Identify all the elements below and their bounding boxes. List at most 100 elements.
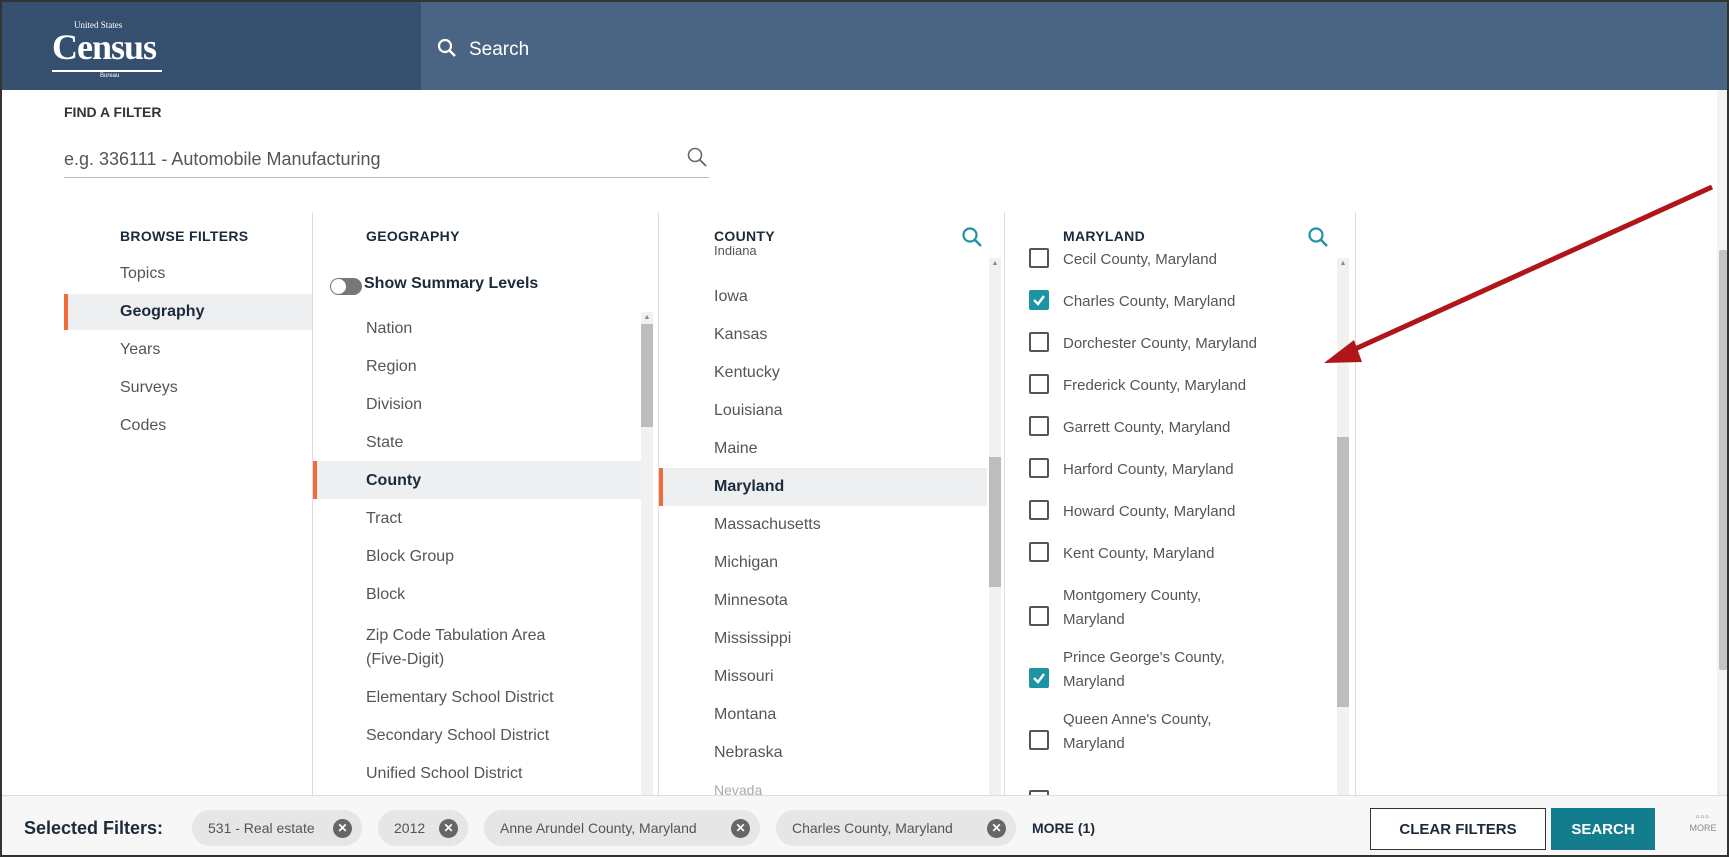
county-checkbox-label-line1: Charles County, Maryland — [1063, 293, 1236, 310]
geography-scroll-thumb[interactable] — [641, 324, 653, 427]
county-checkbox-label[interactable]: Prince George's County, Maryland — [1063, 646, 1225, 694]
county-title: COUNTY — [714, 228, 775, 244]
county-checkbox-label[interactable]: Garrett County, Maryland — [1063, 416, 1230, 440]
maryland-scroll-thumb[interactable] — [1337, 437, 1349, 707]
remove-chip-icon[interactable]: ✕ — [333, 819, 352, 838]
county-item-partial-top[interactable]: Indiana — [714, 246, 757, 258]
geography-item-state[interactable]: State — [366, 434, 403, 452]
browse-item-surveys[interactable]: Surveys — [120, 379, 178, 397]
geography-item-zcta-line2: (Five-Digit) — [366, 651, 445, 668]
county-checkbox[interactable] — [1029, 416, 1049, 436]
county-checkbox[interactable] — [1029, 606, 1049, 626]
more-filters-link[interactable]: MORE (1) — [1032, 820, 1095, 836]
county-checkbox-label-line1: Montgomery County, — [1063, 587, 1202, 604]
county-search-icon[interactable] — [961, 226, 983, 248]
browse-item-topics[interactable]: Topics — [120, 265, 165, 283]
geography-item-block[interactable]: Block — [366, 586, 405, 604]
geography-item-county[interactable]: County — [366, 472, 421, 490]
header-search-label: Search — [469, 39, 530, 60]
county-checkbox-label[interactable]: Frederick County, Maryland — [1063, 374, 1246, 398]
county-checkbox[interactable] — [1029, 542, 1049, 562]
county-item-kentucky[interactable]: Kentucky — [714, 364, 780, 382]
county-checkbox[interactable] — [1029, 730, 1049, 750]
checkmark-icon — [1033, 295, 1045, 306]
county-checkbox[interactable] — [1029, 374, 1049, 394]
browse-filters-column: BROWSE FILTERS Topics Geography Years Su… — [64, 212, 312, 795]
county-scroll-up-arrow[interactable]: ▲ — [989, 258, 1001, 270]
county-item-montana[interactable]: Montana — [714, 706, 776, 724]
county-item-michigan[interactable]: Michigan — [714, 554, 778, 572]
county-checkbox[interactable] — [1029, 248, 1049, 268]
county-checkbox-label-line1: Garrett County, Maryland — [1063, 419, 1231, 436]
find-filter-input[interactable] — [64, 142, 709, 178]
browse-item-codes[interactable]: Codes — [120, 417, 166, 435]
county-checkbox-label[interactable]: Harford County, Maryland — [1063, 458, 1234, 482]
county-item-kansas[interactable]: Kansas — [714, 326, 767, 344]
county-scroll-thumb[interactable] — [989, 457, 1001, 587]
county-checkbox-label-line1: Dorchester County, Maryland — [1063, 335, 1257, 352]
county-checkbox-label[interactable]: Dorchester County, Maryland — [1063, 332, 1257, 356]
show-summary-levels-toggle[interactable] — [330, 278, 362, 295]
county-checkbox-label[interactable]: Howard County, Maryland — [1063, 500, 1235, 524]
county-checkbox-label[interactable]: Charles County, Maryland — [1063, 290, 1235, 314]
search-icon[interactable] — [686, 146, 708, 168]
geography-item-region[interactable]: Region — [366, 358, 417, 376]
county-item-nebraska[interactable]: Nebraska — [714, 744, 782, 762]
find-filter-label: FIND A FILTER — [64, 104, 162, 120]
county-item-iowa[interactable]: Iowa — [714, 288, 748, 306]
county-item-louisiana[interactable]: Louisiana — [714, 402, 783, 420]
county-checkbox-label[interactable]: Kent County, Maryland — [1063, 542, 1214, 566]
filter-chip[interactable]: 531 - Real estate ✕ — [192, 810, 362, 846]
geography-item-tract[interactable]: Tract — [366, 510, 402, 528]
county-checkbox-label[interactable]: Cecil County, Maryland — [1063, 248, 1217, 272]
county-item-missouri[interactable]: Missouri — [714, 668, 774, 686]
logo-underline — [52, 70, 162, 72]
county-item-maine[interactable]: Maine — [714, 440, 758, 458]
county-checkbox-label[interactable]: Montgomery County, Maryland — [1063, 584, 1201, 632]
filter-chip[interactable]: Charles County, Maryland ✕ — [776, 810, 1016, 846]
geography-item-zcta[interactable]: Zip Code Tabulation Area (Five-Digit) — [366, 624, 545, 672]
remove-chip-icon[interactable]: ✕ — [987, 819, 1006, 838]
geography-item-unified-school-district[interactable]: Unified School District — [366, 765, 523, 783]
county-selected-indicator — [659, 468, 663, 506]
toggle-knob — [331, 279, 346, 294]
browse-item-geography[interactable]: Geography — [120, 303, 204, 321]
search-button[interactable]: SEARCH — [1551, 808, 1655, 850]
checkmark-icon — [1033, 673, 1045, 684]
header-search-tab[interactable]: Search — [421, 2, 1727, 90]
county-item-massachusetts[interactable]: Massachusetts — [714, 516, 821, 534]
county-checkbox-label-line2: Maryland — [1063, 611, 1125, 628]
remove-chip-icon[interactable]: ✕ — [439, 819, 458, 838]
county-item-maryland[interactable]: Maryland — [714, 478, 784, 496]
geography-item-block-group[interactable]: Block Group — [366, 548, 454, 566]
geography-item-nation[interactable]: Nation — [366, 320, 412, 338]
geography-item-division[interactable]: Division — [366, 396, 422, 414]
geography-item-elementary-school-district[interactable]: Elementary School District — [366, 689, 554, 707]
census-logo[interactable]: United States Census Bureau — [52, 20, 162, 79]
county-checkbox[interactable] — [1029, 332, 1049, 352]
page-scroll-thumb[interactable] — [1719, 250, 1727, 670]
selected-filters-label: Selected Filters: — [24, 818, 164, 838]
county-checkbox[interactable] — [1029, 458, 1049, 478]
clear-filters-button[interactable]: CLEAR FILTERS — [1370, 808, 1546, 850]
county-checkbox[interactable] — [1029, 500, 1049, 520]
county-item-mississippi[interactable]: Mississippi — [714, 630, 791, 648]
county-checkbox[interactable] — [1029, 668, 1049, 688]
county-item-minnesota[interactable]: Minnesota — [714, 592, 788, 610]
county-checkbox-label-line1: Queen Anne's County, — [1063, 711, 1212, 728]
county-checkbox-label[interactable]: Queen Anne's County, Maryland — [1063, 708, 1212, 756]
browse-item-years[interactable]: Years — [120, 341, 160, 359]
filter-chip[interactable]: Anne Arundel County, Maryland ✕ — [484, 810, 760, 846]
geography-item-secondary-school-district[interactable]: Secondary School District — [366, 727, 549, 745]
filter-chip[interactable]: 2012 ✕ — [378, 810, 468, 846]
page-scrollbar[interactable] — [1717, 90, 1727, 795]
county-item-partial-bottom[interactable]: Nevada — [714, 782, 762, 795]
more-button[interactable]: ▫▫▫ MORE — [1680, 804, 1726, 854]
annotation-arrow — [1324, 184, 1714, 363]
geography-scroll-up-arrow[interactable]: ▲ — [641, 312, 653, 324]
geography-selected-band — [313, 461, 641, 499]
remove-chip-icon[interactable]: ✕ — [731, 819, 750, 838]
top-header: United States Census Bureau Search — [2, 2, 1727, 90]
county-checkbox[interactable] — [1029, 290, 1049, 310]
filter-chip-label: Anne Arundel County, Maryland — [500, 820, 697, 836]
